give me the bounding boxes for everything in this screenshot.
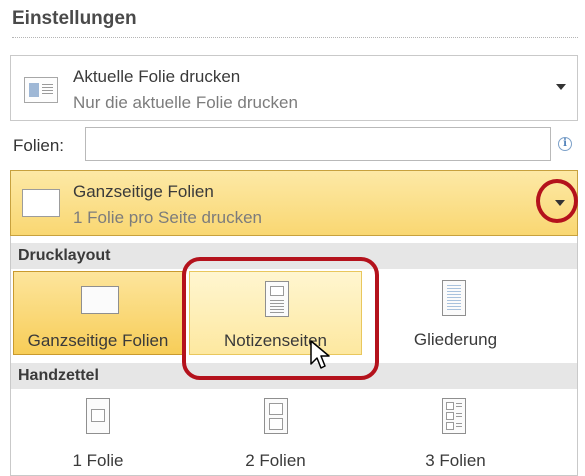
print-range-dropdown[interactable]: Aktuelle Folie drucken Nur die aktuelle …: [10, 55, 578, 121]
handout-option-2-slides[interactable]: 2 Folien: [189, 391, 362, 476]
print-range-title: Aktuelle Folie drucken: [73, 67, 241, 86]
layout-option-outline[interactable]: Gliederung: [369, 271, 542, 355]
handout-option-label: 3 Folien: [425, 451, 486, 470]
print-layout-dropdown[interactable]: Ganzseitige Folien 1 Folie pro Seite dru…: [10, 170, 578, 236]
print-layout-title: Ganzseitige Folien: [73, 182, 214, 201]
handout-option-1-slide[interactable]: 1 Folie: [13, 391, 183, 476]
one-slide-handout-icon: [86, 398, 110, 434]
outline-icon: [442, 280, 466, 316]
full-page-slide-icon: [22, 189, 60, 217]
slides-input[interactable]: [85, 127, 551, 161]
chevron-down-icon[interactable]: [556, 84, 566, 90]
handout-option-3-slides[interactable]: 3 Folien: [369, 391, 542, 476]
print-range-subtitle: Nur die aktuelle Folie drucken: [73, 93, 298, 112]
full-page-slide-icon: [81, 286, 119, 314]
highlight-box: [182, 257, 379, 380]
layout-option-label: Ganzseitige Folien: [27, 331, 169, 350]
three-slides-handout-icon: [442, 398, 466, 434]
layout-option-label: Gliederung: [413, 330, 498, 349]
section-title: Einstellungen: [12, 8, 137, 29]
layout-option-full-page[interactable]: Ganzseitige Folien: [13, 271, 183, 355]
mouse-cursor-icon: [310, 340, 332, 377]
highlight-circle: [536, 179, 578, 223]
slides-label: Folien:: [13, 136, 65, 155]
two-slides-handout-icon: [264, 398, 288, 434]
info-icon[interactable]: i: [558, 137, 572, 151]
handout-option-label: 1 Folie: [72, 451, 124, 470]
handout-option-label: 2 Folien: [245, 451, 306, 470]
slide-list-icon: [24, 77, 58, 103]
section-divider: [12, 37, 578, 38]
print-layout-subtitle: 1 Folie pro Seite drucken: [73, 208, 262, 227]
